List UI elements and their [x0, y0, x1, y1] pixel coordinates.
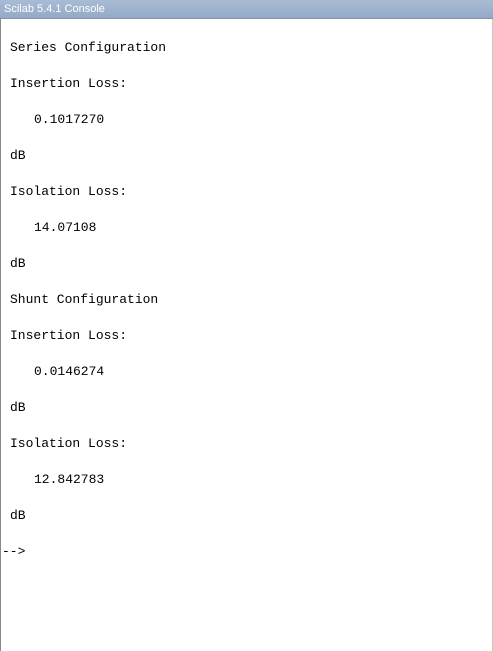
window-title: Scilab 5.4.1 Console	[4, 3, 105, 15]
scilab-console-window: Scilab 5.4.1 Console Series Configuratio…	[0, 0, 493, 651]
console-output-area[interactable]: Series Configuration Insertion Loss: 0.1…	[0, 19, 493, 651]
console-line-series-insertion-loss-value: 0.1017270	[34, 112, 105, 127]
console-line-shunt-insertion-loss-label: Insertion Loss:	[10, 328, 128, 343]
title-bar[interactable]: Scilab 5.4.1 Console	[0, 0, 493, 19]
console-line-series-insertion-loss-label: Insertion Loss:	[10, 76, 128, 91]
console-line-shunt-configuration: Shunt Configuration	[10, 292, 159, 307]
console-line-shunt-isolation-loss-value: 12.842783	[34, 472, 105, 487]
console-line-series-isolation-loss-value: 14.07108	[34, 220, 97, 235]
console-line-series-isolation-loss-label: Isolation Loss:	[10, 184, 128, 199]
console-line-series-insertion-loss-unit: dB	[10, 148, 26, 163]
console-line-shunt-insertion-loss-unit: dB	[10, 400, 26, 415]
console-prompt[interactable]: -->	[2, 544, 25, 560]
console-line-shunt-insertion-loss-value: 0.0146274	[34, 364, 105, 379]
console-line-shunt-isolation-loss-unit: dB	[10, 508, 26, 523]
console-line-series-configuration: Series Configuration	[10, 40, 167, 55]
console-line-shunt-isolation-loss-label: Isolation Loss:	[10, 436, 128, 451]
console-line-series-isolation-loss-unit: dB	[10, 256, 26, 271]
